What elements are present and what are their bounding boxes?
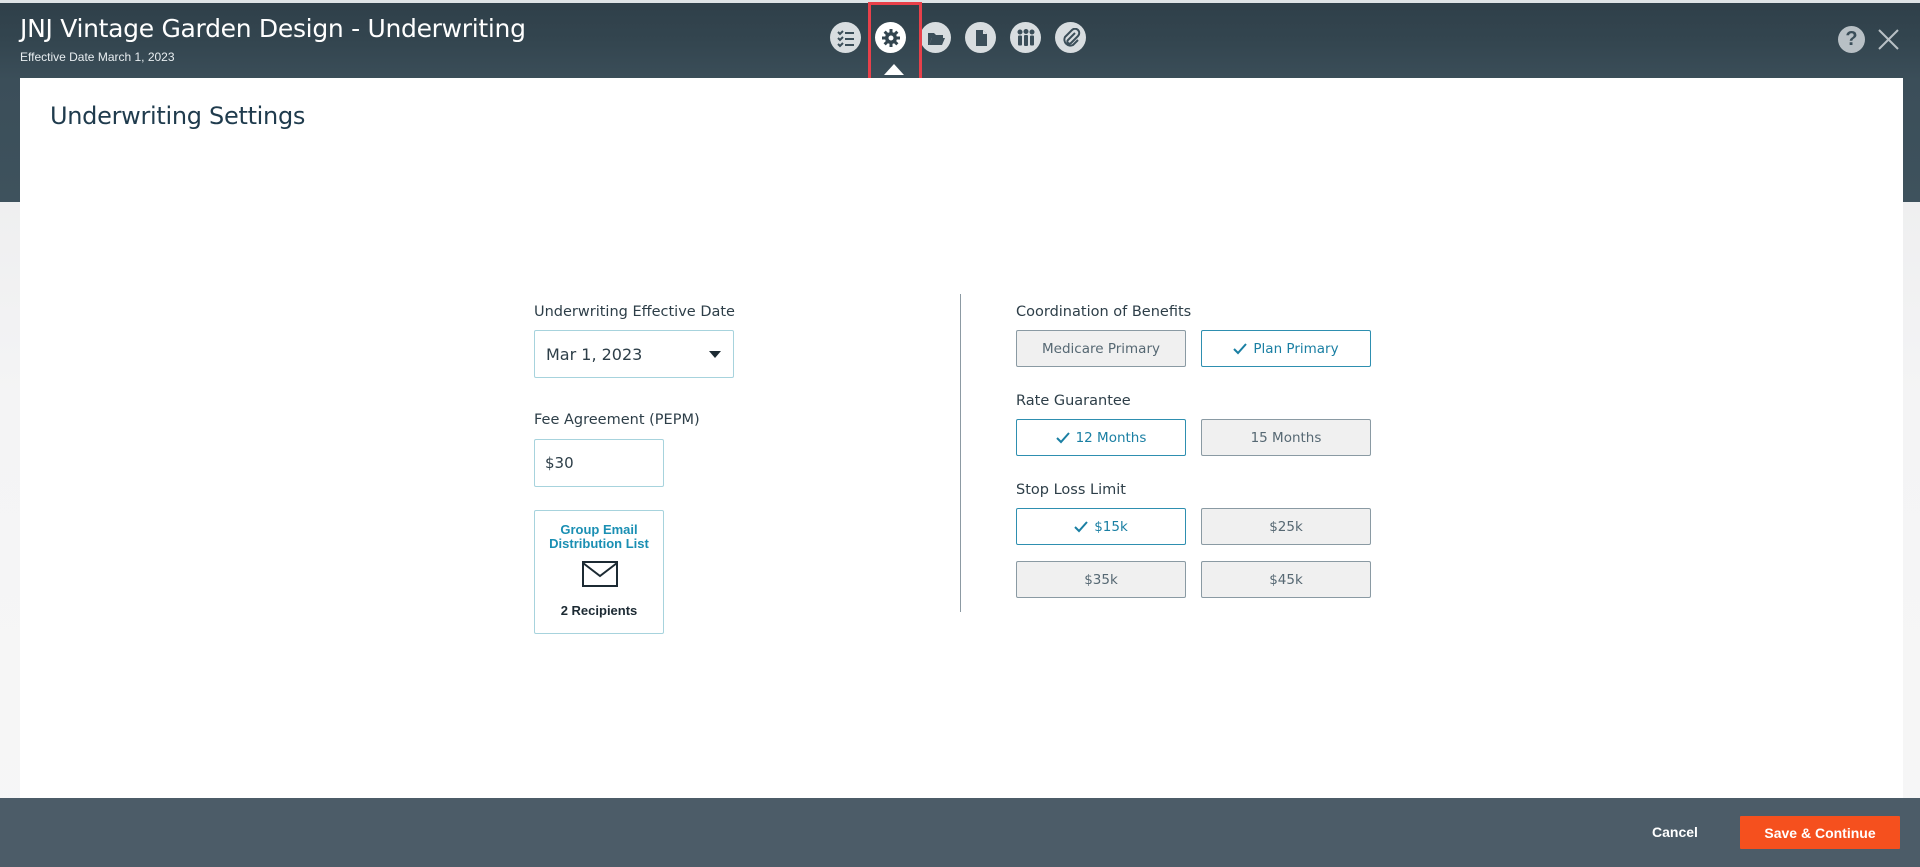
medicare-primary-button[interactable]: Medicare Primary	[1016, 330, 1186, 367]
coordination-of-benefits-label: Coordination of Benefits	[1016, 304, 1192, 320]
plan-primary-button[interactable]: Plan Primary	[1201, 330, 1371, 367]
cancel-button[interactable]: Cancel	[1630, 815, 1720, 849]
fee-agreement-input[interactable]: $30	[534, 439, 664, 487]
15-months-button[interactable]: 15 Months	[1201, 419, 1371, 456]
effective-date-label: Underwriting Effective Date	[534, 304, 735, 320]
group-email-distribution-button[interactable]: Group Email Distribution List 2 Recipien…	[534, 510, 664, 634]
stop-loss-35k-button[interactable]: $35k	[1016, 561, 1186, 598]
option-label: $25k	[1269, 518, 1303, 535]
save-and-continue-button[interactable]: Save & Continue	[1740, 816, 1900, 849]
paperclip-icon[interactable]	[1055, 22, 1086, 53]
effective-date-subtitle: Effective Date March 1, 2023	[20, 50, 175, 64]
option-label: Medicare Primary	[1042, 340, 1160, 357]
check-icon	[1074, 520, 1088, 532]
active-tab-caret	[884, 64, 904, 75]
panel-title: Underwriting Settings	[50, 102, 306, 130]
stop-loss-15k-button[interactable]: $15k	[1016, 508, 1186, 545]
stop-loss-45k-button[interactable]: $45k	[1201, 561, 1371, 598]
recipient-count: 2 Recipients	[560, 603, 638, 618]
option-label: 15 Months	[1250, 429, 1322, 446]
option-label: $35k	[1084, 571, 1118, 588]
help-icon[interactable]: ?	[1838, 26, 1865, 53]
stop-loss-limit-label: Stop Loss Limit	[1016, 482, 1126, 498]
people-icon[interactable]	[1010, 22, 1041, 53]
document-icon[interactable]	[965, 22, 996, 53]
effective-date-value: Mar 1, 2023	[546, 344, 643, 364]
section-toolbar	[830, 22, 1086, 53]
footer-bar: Cancel Save & Continue	[0, 798, 1920, 867]
column-divider	[960, 294, 961, 612]
stop-loss-25k-button[interactable]: $25k	[1201, 508, 1371, 545]
rate-guarantee-label: Rate Guarantee	[1016, 393, 1131, 409]
option-label: Plan Primary	[1253, 340, 1339, 357]
check-icon	[1233, 342, 1248, 354]
option-label: $45k	[1269, 571, 1303, 588]
12-months-button[interactable]: 12 Months	[1016, 419, 1186, 456]
option-label: $15k	[1094, 518, 1128, 535]
gear-icon[interactable]	[875, 22, 906, 53]
option-label: 12 Months	[1075, 429, 1147, 446]
envelope-icon	[582, 561, 618, 587]
fee-agreement-label: Fee Agreement (PEPM)	[534, 412, 700, 428]
chevron-down-icon	[709, 351, 721, 358]
underwriting-settings-panel: Underwriting Settings	[20, 64, 1903, 798]
email-card-title: Group Email Distribution List	[549, 522, 649, 551]
close-icon[interactable]	[1876, 27, 1901, 52]
folder-open-icon[interactable]	[920, 22, 951, 53]
page-title: JNJ Vintage Garden Design - Underwriting	[20, 14, 526, 43]
checklist-icon[interactable]	[830, 22, 861, 53]
check-icon	[1055, 431, 1070, 443]
effective-date-select[interactable]: Mar 1, 2023	[534, 330, 734, 378]
